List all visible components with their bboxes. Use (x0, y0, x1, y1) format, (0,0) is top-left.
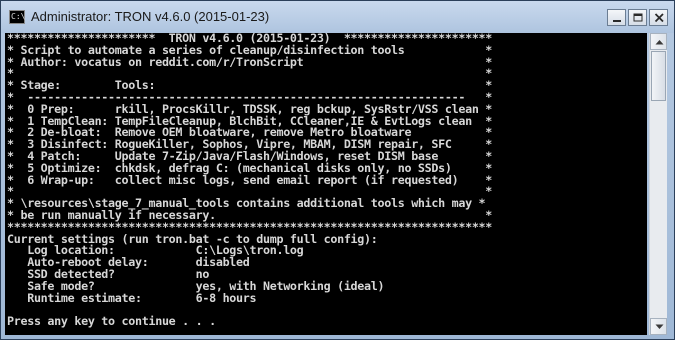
console-app-icon-text: C:\ (11, 12, 26, 21)
scroll-down-button[interactable] (650, 318, 667, 335)
minimize-button[interactable] (607, 9, 626, 26)
console-line: Press any key to continue . . . (7, 314, 216, 329)
minimize-icon (613, 20, 621, 22)
close-icon (654, 13, 664, 23)
title-bar[interactable]: C:\ Administrator: TRON v4.6.0 (2015-01-… (1, 1, 674, 33)
window-title: Administrator: TRON v4.6.0 (2015-01-23) (31, 9, 270, 24)
console-app-icon[interactable]: C:\ (9, 10, 25, 24)
arrow-up-icon (655, 40, 664, 45)
close-button[interactable] (649, 9, 668, 26)
arrow-down-icon (655, 324, 664, 329)
vertical-scrollbar[interactable] (649, 33, 667, 335)
maximize-button[interactable] (628, 9, 647, 26)
window-controls (607, 9, 668, 26)
scroll-up-button[interactable] (650, 33, 667, 50)
console-line: Runtime estimate: 6-8 hours (7, 290, 257, 305)
console-output[interactable]: ********************** TRON v4.6.0 (2015… (5, 33, 647, 335)
maximize-icon (633, 13, 643, 22)
scrollbar-thumb[interactable] (651, 51, 666, 101)
console-window: C:\ Administrator: TRON v4.6.0 (2015-01-… (0, 0, 675, 340)
console-text: ********************** TRON v4.6.0 (2015… (5, 33, 647, 328)
